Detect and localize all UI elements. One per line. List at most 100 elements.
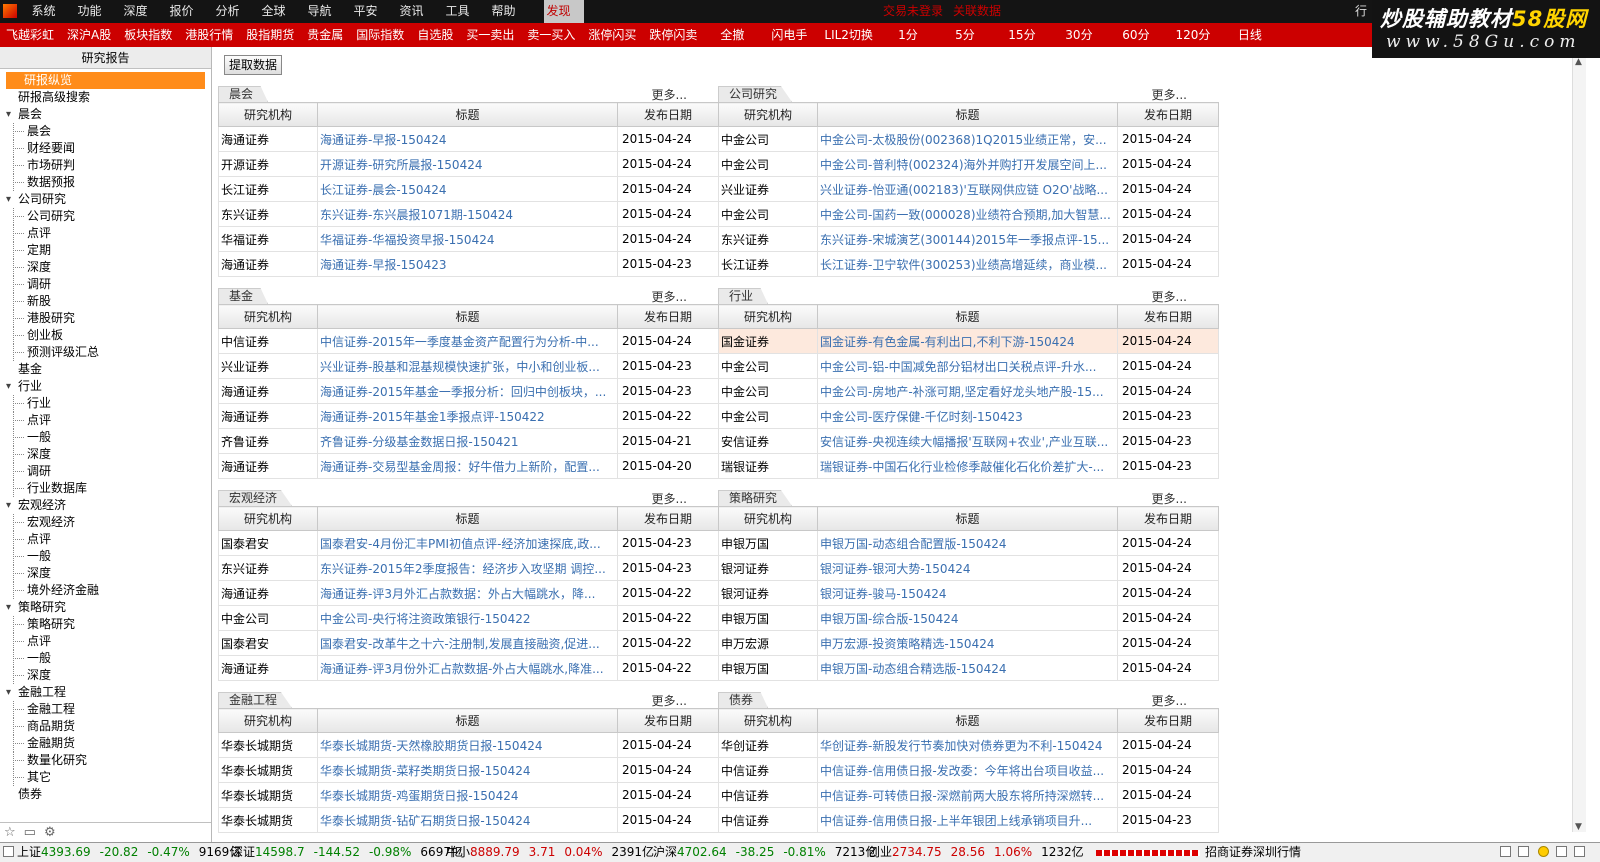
column-header[interactable]: 研究机构 [218,506,318,531]
report-title-link[interactable]: 东兴证券-宋城演艺(300144)2015年一季报点评-15... [817,226,1118,252]
table-row[interactable]: 申银万国 申银万国-动态组合精选版-150424 2015-04-24 [718,655,1219,681]
report-title-link[interactable]: 华泰长城期货-钻矿石期货日报-150424 [317,807,618,833]
tree-item[interactable]: 行业数据库 [0,480,211,497]
table-row[interactable]: 中金公司 中金公司-普利特(002324)海外并购打开发展空间上... 2015-0… [718,151,1219,177]
tree-item[interactable]: 晨会 [0,123,211,140]
column-header[interactable]: 研究机构 [218,708,318,733]
column-header[interactable]: 标题 [317,506,618,531]
table-row[interactable]: 申银万国 申银万国-动态组合配置版-150424 2015-04-24 [718,530,1219,556]
report-title-link[interactable]: 中金公司-普利特(002324)海外并购打开发展空间上... [817,151,1118,177]
toolbar-button[interactable]: 板块指数 [124,23,172,47]
report-title-link[interactable]: 华泰长城期货-菜籽类期货日报-150424 [317,757,618,783]
table-row[interactable]: 华泰长城期货 华泰长城期货-钻矿石期货日报-150424 2015-04-24 [218,807,719,833]
panel-tab[interactable]: 行业 [718,288,769,304]
table-row[interactable]: 长江证券 长江证券-卫宁软件(300253)业绩高增延续，商业模... 2015-0… [718,251,1219,277]
report-title-link[interactable]: 华福证券-华福投资早报-150424 [317,226,618,252]
report-title-link[interactable]: 国金证券-有色金属-有利出口,不利下游-150424 [817,328,1118,354]
tree-item[interactable]: 新股 [0,293,211,310]
menu-item[interactable]: 全球 [258,0,300,23]
table-row[interactable]: 东兴证券 东兴证券-2015年2季度报告：经济步入攻坚期 调控... 2015-04… [218,555,719,581]
report-title-link[interactable]: 中金公司-房地产-补涨可期,坚定看好龙头地产股-15... [817,378,1118,404]
tree-item[interactable]: 点评 [0,531,211,548]
tree-item[interactable]: 调研 [0,463,211,480]
toolbar-button[interactable]: 飞越彩虹 [6,23,54,47]
more-link[interactable]: 更多... [1152,288,1187,305]
tree-item[interactable]: 宏观经济 [0,514,211,531]
tree-item[interactable]: 行业 [0,395,211,412]
column-header[interactable]: 研究机构 [718,102,818,127]
tree-item[interactable]: 其它 [0,769,211,786]
report-title-link[interactable]: 中信证券-信用债日报-上半年银团上线承销项目升... [817,807,1118,833]
table-row[interactable]: 申万宏源 申万宏源-投资策略精选-150424 2015-04-24 [718,630,1219,656]
report-title-link[interactable]: 申银万国-动态组合配置版-150424 [817,530,1118,556]
menu-item[interactable]: 分析 [212,0,254,23]
report-title-link[interactable]: 中金公司-铝-中国减免部分铝材出口关税点评-升水... [817,353,1118,379]
table-row[interactable]: 海通证券 海通证券-2015年基金1季报点评-150422 2015-04-22 [218,403,719,429]
column-header[interactable]: 发布日期 [1117,506,1219,531]
toolbar-button[interactable]: 涨停闪买 [588,23,636,47]
signal-icon[interactable] [1556,846,1567,857]
toolbar-button[interactable]: 贵金属 [307,23,343,47]
extract-data-button[interactable]: 提取数据 [224,55,282,75]
toolbar-button[interactable]: 闪电手 [767,23,811,47]
table-row[interactable]: 海通证券 海通证券-早报-150423 2015-04-23 [218,251,719,277]
tree-item[interactable]: 公司研究 [0,208,211,225]
report-title-link[interactable]: 海通证券-评3月外汇占款数据：外占大幅跳水，降... [317,580,618,606]
menu-item[interactable]: 导航 [304,0,346,23]
column-header[interactable]: 发布日期 [617,506,719,531]
tree-item[interactable]: 宏观经济 [0,497,211,514]
toolbar-button[interactable]: LIL2切换 [824,23,873,47]
menu-item[interactable]: 系统 [28,0,70,23]
table-row[interactable]: 东兴证券 东兴证券-东兴晨报1071期-150424 2015-04-24 [218,201,719,227]
more-link[interactable]: 更多... [652,86,687,103]
tree-item[interactable]: 一般 [0,429,211,446]
report-title-link[interactable]: 兴业证券-股基和混基规模快速扩张，中小和创业板... [317,353,618,379]
column-header[interactable]: 研究机构 [718,304,818,329]
table-row[interactable]: 华泰长城期货 华泰长城期货-菜籽类期货日报-150424 2015-04-24 [218,757,719,783]
tree-item[interactable]: 境外经济金融 [0,582,211,599]
tree-item[interactable]: 深度 [0,259,211,276]
tree-item[interactable]: 晨会 [0,106,211,123]
tree-item[interactable]: 港股研究 [0,310,211,327]
tree-item[interactable]: 定期 [0,242,211,259]
table-row[interactable]: 中金公司 中金公司-央行将注资政策银行-150422 2015-04-22 [218,605,719,631]
table-row[interactable]: 银河证券 银河证券-骏马-150424 2015-04-24 [718,580,1219,606]
tree-item[interactable]: 预测评级汇总 [0,344,211,361]
report-title-link[interactable]: 东兴证券-2015年2季度报告：经济步入攻坚期 调控... [317,555,618,581]
toolbar-button[interactable]: 30分 [1057,23,1101,47]
layout-icon[interactable] [1518,846,1529,857]
column-header[interactable]: 标题 [817,506,1118,531]
report-title-link[interactable]: 中金公司-国药一致(000028)业绩符合预期,加大智慧... [817,201,1118,227]
column-header[interactable]: 发布日期 [617,708,719,733]
tree-item[interactable]: 数量化研究 [0,752,211,769]
table-row[interactable]: 国金证券 国金证券-有色金属-有利出口,不利下游-150424 2015-04-24 [718,328,1219,354]
toolbar-button[interactable]: 跌停闪卖 [649,23,697,47]
column-header[interactable]: 标题 [817,708,1118,733]
folder-icon[interactable]: ▭ [24,826,36,840]
report-title-link[interactable]: 海通证券-早报-150423 [317,251,618,277]
table-row[interactable]: 华创证券 华创证券-新股发行节奏加快对债券更为不利-150424 2015-04-2… [718,732,1219,758]
table-row[interactable]: 国泰君安 国泰君安-4月份汇丰PMI初值点评-经济加速探底,政... 2015-04… [218,530,719,556]
toolbar-button[interactable]: 5分 [943,23,987,47]
tree-item[interactable]: 深度 [0,446,211,463]
menu-item[interactable]: 资讯 [396,0,438,23]
column-header[interactable]: 标题 [317,102,618,127]
report-title-link[interactable]: 银河证券-骏马-150424 [817,580,1118,606]
report-title-link[interactable]: 华创证券-新股发行节奏加快对债券更为不利-150424 [817,732,1118,758]
more-link[interactable]: 更多... [652,490,687,507]
table-row[interactable]: 兴业证券 兴业证券-股基和混基规模快速扩张，中小和创业板... 2015-04-23 [218,353,719,379]
scroll-down-icon[interactable]: ▼ [1575,822,1582,832]
table-row[interactable]: 华泰长城期货 华泰长城期货-天然橡胶期货日报-150424 2015-04-24 [218,732,719,758]
toolbar-button[interactable]: 国际指数 [356,23,404,47]
report-title-link[interactable]: 长江证券-卫宁软件(300253)业绩高增延续，商业模... [817,251,1118,277]
column-header[interactable]: 研究机构 [718,708,818,733]
report-title-link[interactable]: 中信证券-可转债日报-深燃前两大股东将所持深燃转... [817,782,1118,808]
table-row[interactable]: 海通证券 海通证券-评3月外汇占款数据：外占大幅跳水，降... 2015-04-22 [218,580,719,606]
market-icon[interactable] [3,846,14,857]
report-title-link[interactable]: 华泰长城期货-天然橡胶期货日报-150424 [317,732,618,758]
table-row[interactable]: 中金公司 中金公司-铝-中国减免部分铝材出口关税点评-升水... 2015-04-2… [718,353,1219,379]
column-header[interactable]: 标题 [817,304,1118,329]
report-title-link[interactable]: 申万宏源-投资策略精选-150424 [817,630,1118,656]
toolbar-button[interactable]: 15分 [1000,23,1044,47]
menu-item[interactable]: 报价 [166,0,208,23]
